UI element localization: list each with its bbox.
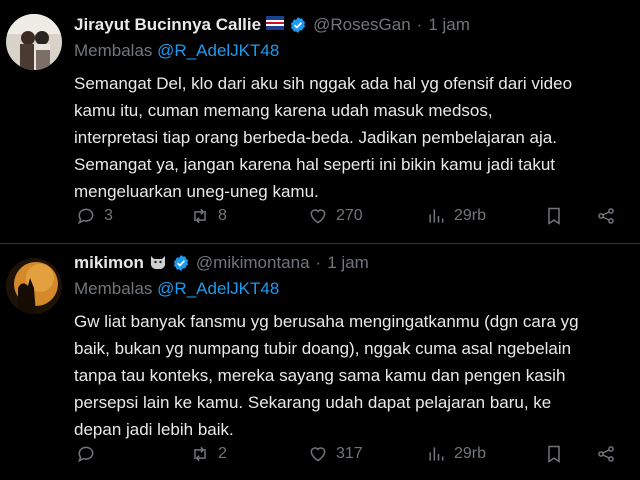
like-button[interactable]: 270 (308, 206, 363, 226)
reply-count: 3 (104, 207, 113, 224)
display-name[interactable]: mikimon (74, 253, 144, 273)
like-count: 270 (336, 207, 363, 224)
reply-mention-link[interactable]: @R_AdelJKT48 (157, 279, 279, 298)
views-button[interactable]: 29rb (426, 206, 486, 226)
reply-prefix: Membalas (74, 279, 153, 298)
cat-emoji-icon (148, 252, 168, 275)
views-count: 29rb (454, 445, 487, 462)
views-button[interactable]: 29rb (426, 444, 486, 464)
share-icon (598, 208, 614, 224)
reply-icon (77, 208, 94, 225)
bookmark-button[interactable] (544, 444, 564, 464)
tweet-text: Semangat Del, klo dari aku sih nggak ada… (74, 74, 573, 201)
share-button[interactable] (596, 444, 616, 464)
tweet-2[interactable]: mikimon @mikimontana · 1 jam Membalas @R… (0, 244, 640, 480)
reply-prefix: Membalas (74, 41, 153, 60)
repost-icon (194, 208, 206, 224)
repost-count: 2 (218, 445, 227, 462)
reply-icon (77, 446, 94, 463)
handle[interactable]: @mikimontana (196, 253, 310, 273)
bookmark-icon (548, 445, 560, 463)
timestamp[interactable]: 1 jam (428, 15, 470, 35)
like-icon (310, 447, 326, 462)
action-bar: 3 8 270 29rb (74, 204, 630, 228)
reply-button[interactable] (76, 444, 104, 464)
repost-button[interactable]: 8 (190, 206, 227, 226)
views-icon (429, 447, 444, 461)
reply-mention-link[interactable]: @R_AdelJKT48 (157, 41, 279, 60)
timestamp[interactable]: 1 jam (327, 253, 369, 273)
bookmark-button[interactable] (544, 206, 564, 226)
avatar[interactable] (6, 14, 62, 70)
separator: · (416, 15, 423, 34)
repost-count: 8 (218, 207, 227, 224)
separator: · (315, 253, 322, 272)
tweet-text: Gw liat banyak fansmu yg berusaha mengin… (74, 312, 579, 439)
action-bar: 2 317 29rb (74, 442, 630, 466)
reply-context: Membalas @R_AdelJKT48 (74, 276, 630, 302)
reply-button[interactable]: 3 (76, 206, 113, 226)
verified-icon (291, 17, 306, 33)
share-button[interactable] (596, 206, 616, 226)
avatar[interactable] (6, 258, 62, 314)
handle[interactable]: @RosesGan (313, 15, 411, 35)
like-icon (310, 209, 326, 224)
repost-button[interactable]: 2 (190, 444, 227, 464)
verified-icon (173, 255, 188, 271)
bookmark-icon (548, 207, 560, 225)
views-count: 29rb (454, 207, 487, 224)
display-name[interactable]: Jirayut Bucinnya Callie (74, 15, 261, 35)
like-count: 317 (336, 445, 363, 462)
share-icon (598, 446, 614, 462)
like-button[interactable]: 317 (308, 444, 363, 464)
flag-badge-icon (265, 14, 285, 37)
reply-context: Membalas @R_AdelJKT48 (74, 38, 630, 64)
repost-icon (194, 446, 206, 462)
tweet-1[interactable]: Jirayut Bucinnya Callie @RosesGan · 1 ja… (0, 0, 640, 244)
views-icon (429, 209, 444, 223)
